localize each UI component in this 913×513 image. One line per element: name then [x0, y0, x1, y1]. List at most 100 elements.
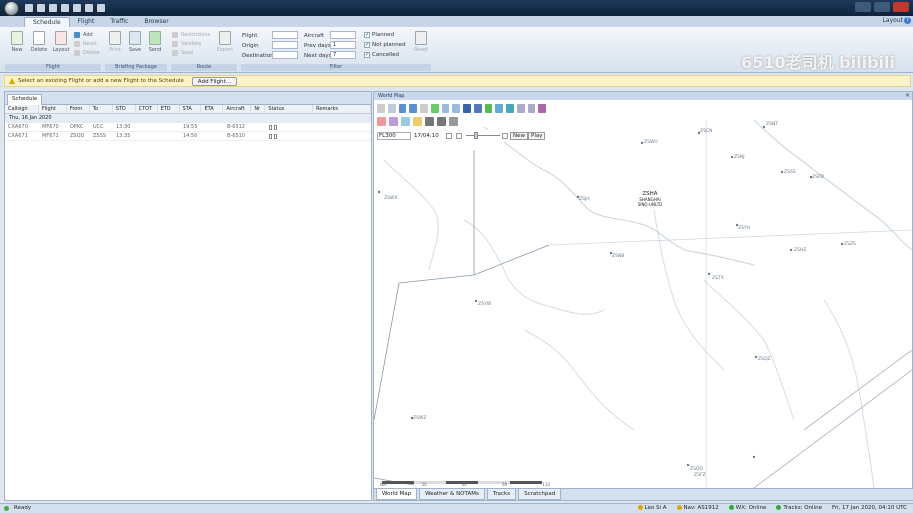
map-label-zshz: ZSHZ [794, 247, 806, 253]
pan-icon[interactable] [377, 103, 385, 113]
col-std[interactable]: STD [113, 105, 136, 113]
add-flight-button[interactable]: Add Flight... [191, 76, 237, 86]
terrain-icon[interactable] [425, 116, 434, 126]
step-forward-icon[interactable] [502, 133, 508, 139]
cancelled-checkbox[interactable]: ✓ Cancelled [364, 51, 399, 59]
reset-button[interactable]: Reset [74, 40, 97, 48]
qat-open-icon[interactable] [37, 4, 45, 12]
map-time-value[interactable]: 17/04:10 [414, 132, 442, 140]
col-flight[interactable]: Flight [39, 105, 67, 113]
measure-icon[interactable] [449, 116, 458, 126]
tab-tracks[interactable]: Tracks [486, 489, 517, 500]
tab-scratchpad[interactable]: Scratchpad [518, 489, 562, 500]
send-button[interactable]: Send [144, 31, 166, 53]
date-group-header[interactable]: Thu, 16 Jan 2020 [5, 114, 371, 123]
sigmet-icon[interactable] [538, 103, 546, 113]
status-left: Ready [4, 504, 31, 513]
col-callsign[interactable]: Callsign [5, 105, 39, 113]
time-play-button[interactable]: Play [528, 132, 546, 140]
tab-flight[interactable]: Flight [70, 17, 103, 27]
map-canvas[interactable]: ZSNT ZSCN ZSWU ZSNJ ZSSS ZSPD ZSJH ZSYH … [374, 100, 912, 488]
tab-weather-notams[interactable]: Weather & NOTAMs [419, 489, 485, 500]
table-row[interactable]: CXA670 MF670 OPKC UCC 13:30 19:55 B-6312 [5, 123, 371, 132]
col-ctot[interactable]: CTOT [136, 105, 158, 113]
planned-checkbox[interactable]: ✓ Planned [364, 31, 394, 39]
qat-save-icon[interactable] [49, 4, 57, 12]
destination-filter-input[interactable] [272, 51, 298, 59]
send-icon [149, 31, 161, 45]
col-etd[interactable]: ETD [158, 105, 180, 113]
tab-schedule-panel[interactable]: Schedule [7, 94, 43, 105]
col-remarks[interactable]: Remarks [313, 105, 371, 113]
validate-button[interactable]: Validate [172, 40, 201, 48]
restrictions-button[interactable]: Restrictions [172, 31, 210, 39]
zoom-out-icon[interactable] [409, 103, 417, 113]
vor-icon[interactable] [473, 103, 482, 113]
col-aircraft[interactable]: Aircraft [223, 105, 252, 113]
time-new-button[interactable]: New [510, 132, 528, 140]
aircraft-filter-input[interactable] [330, 31, 356, 39]
airway-icon[interactable] [495, 103, 503, 113]
map-close-icon[interactable]: × [905, 92, 910, 100]
flight-filter-input[interactable] [272, 31, 298, 39]
tab-browser[interactable]: Browser [136, 17, 176, 27]
layer-icon[interactable] [430, 103, 439, 113]
qat-mail-icon[interactable] [73, 4, 81, 12]
notam-icon[interactable] [389, 116, 398, 126]
layout-button[interactable]: Layout [50, 31, 72, 53]
grid-icon[interactable] [516, 103, 525, 113]
col-sta[interactable]: STA [180, 105, 202, 113]
zoom-in-icon[interactable] [398, 103, 407, 113]
zoom-extent-icon[interactable] [420, 103, 428, 113]
small-delete-button[interactable]: Delete [74, 49, 99, 57]
waypoint-icon[interactable] [452, 103, 460, 113]
wind-icon[interactable] [413, 116, 422, 126]
step-icon[interactable] [456, 133, 462, 139]
route-icon[interactable] [441, 103, 450, 113]
table-row[interactable]: CXA671 MF671 ZSQD ZSSS 13:35 14:50 B-651… [5, 132, 371, 141]
ndb-icon[interactable] [484, 103, 493, 113]
close-button[interactable] [893, 2, 909, 12]
qat-print-icon[interactable] [61, 4, 69, 12]
next-days-input[interactable]: 7 [330, 51, 356, 59]
save-button[interactable]: Save [124, 31, 146, 53]
print-button[interactable]: Print [104, 31, 126, 53]
filter-reset-button[interactable]: Reset [410, 31, 432, 53]
tab-world-map[interactable]: World Map [376, 489, 418, 500]
not-planned-checkbox[interactable]: ✓ Not planned [364, 41, 406, 49]
col-to[interactable]: To [90, 105, 113, 113]
col-eta[interactable]: ETA [201, 105, 224, 113]
fir-icon[interactable] [527, 103, 536, 113]
flight-level-select[interactable]: FL300 [377, 132, 411, 140]
help-icon[interactable]: ? [904, 17, 911, 24]
step-back-icon[interactable] [446, 133, 452, 139]
tab-traffic[interactable]: Traffic [102, 17, 136, 27]
zoom-window-icon[interactable] [387, 103, 396, 113]
layers-stack-icon[interactable] [463, 103, 471, 113]
col-nr[interactable]: Nr [251, 105, 266, 113]
col-from[interactable]: From [67, 105, 90, 113]
app-menu-orb-icon[interactable] [4, 0, 19, 16]
tab-schedule[interactable]: Schedule [24, 17, 70, 27]
weather-icon[interactable] [377, 116, 386, 126]
delete-button[interactable]: Delete [28, 31, 50, 53]
layout-menu[interactable]: Layout [883, 17, 903, 24]
add-button[interactable]: Add [74, 31, 93, 39]
cloud-icon[interactable] [401, 116, 410, 126]
qat-redo-icon[interactable] [97, 4, 105, 12]
new-button[interactable]: New [6, 31, 28, 53]
profile-icon[interactable] [437, 116, 446, 126]
airspace-icon[interactable] [506, 103, 514, 113]
cell-status [266, 123, 314, 131]
export-button[interactable]: Export [214, 31, 236, 53]
qat-undo-icon[interactable] [85, 4, 93, 12]
origin-filter-input[interactable] [272, 41, 298, 49]
minimize-button[interactable] [855, 2, 871, 12]
prev-days-input[interactable]: 1 [330, 41, 356, 49]
time-slider-track[interactable] [466, 135, 500, 136]
time-slider-handle[interactable] [474, 132, 478, 139]
route-save-button[interactable]: Save [172, 49, 193, 57]
maximize-button[interactable] [874, 2, 890, 12]
qat-new-icon[interactable] [25, 4, 33, 12]
col-status[interactable]: Status [265, 105, 314, 113]
